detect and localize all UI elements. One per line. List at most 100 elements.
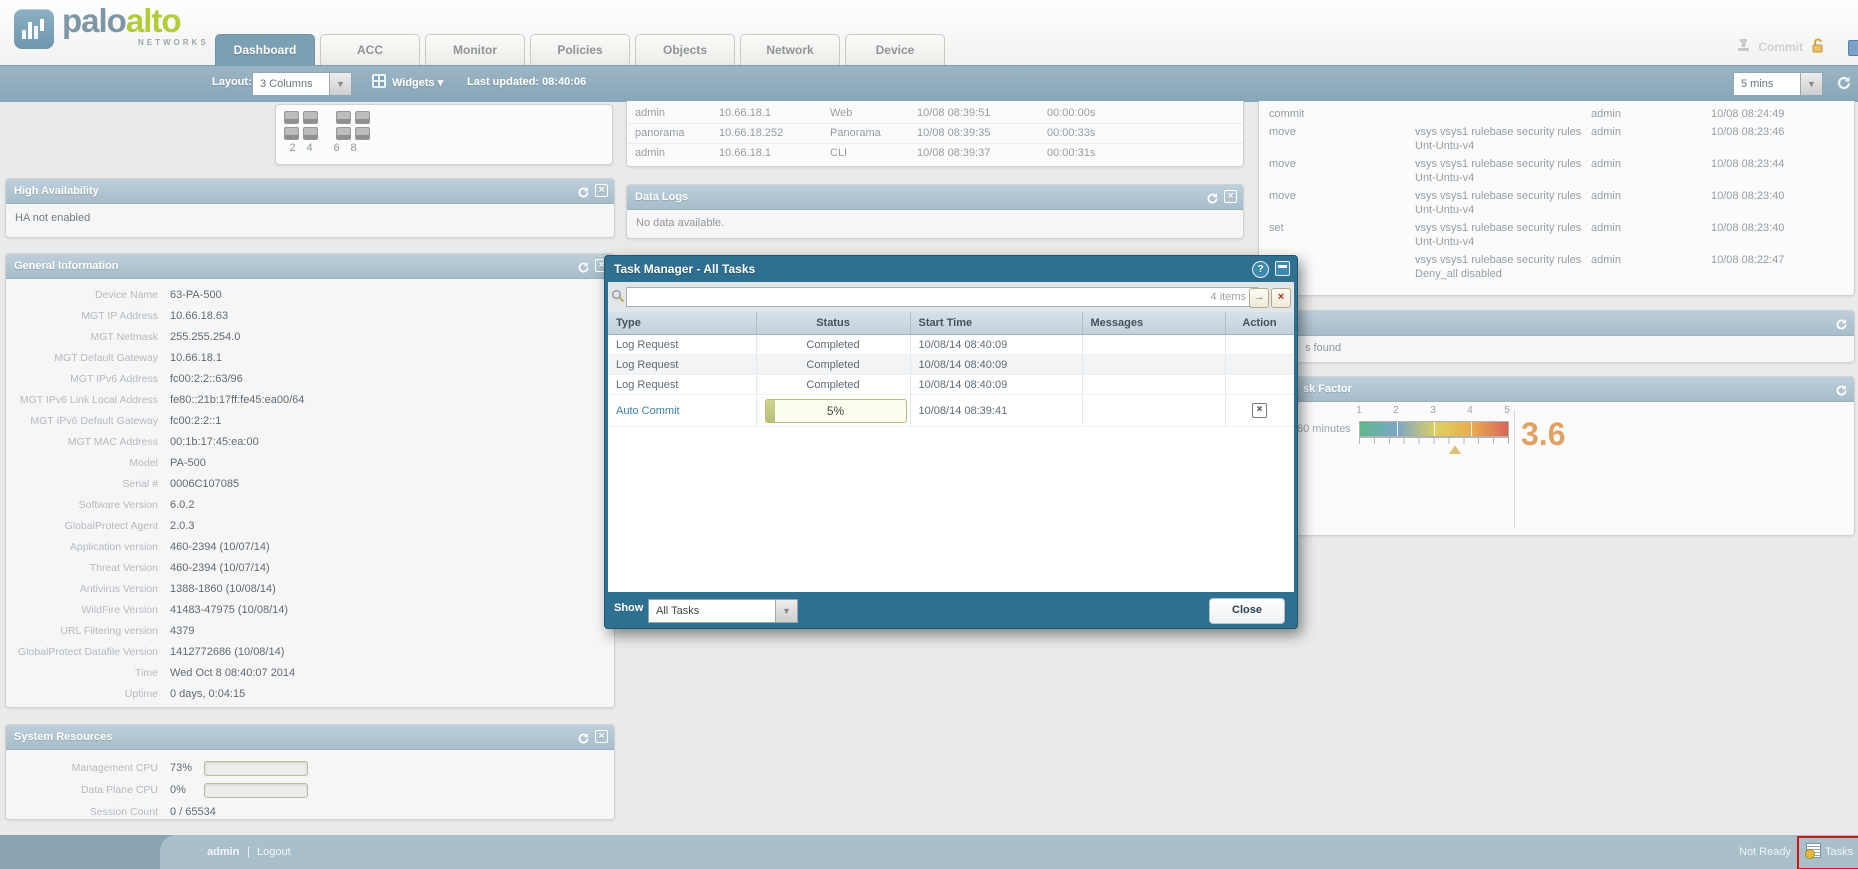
refresh-icon[interactable] [577, 259, 590, 272]
layout-select[interactable]: 3 Columns ▼ [252, 72, 352, 96]
info-label: Time [6, 663, 158, 684]
col-header-type[interactable]: Type [608, 312, 756, 335]
tab-device[interactable]: Device [845, 34, 945, 65]
admin-name: admin [627, 104, 719, 123]
help-icon[interactable]: ? [1252, 261, 1269, 278]
tasks-button[interactable]: Tasks [1806, 835, 1853, 869]
risk-factor-widget: sk Factor 60 minutes 1 2 3 4 5 3.6 [1258, 376, 1855, 536]
tab-dashboard[interactable]: Dashboard [215, 34, 315, 65]
widgets-menu-button[interactable]: Widgets ▾ [392, 76, 443, 89]
admin-name: panorama [627, 124, 719, 143]
info-value: 6.0.2 [158, 495, 194, 516]
info-value: 0 days, 0:04:15 [158, 684, 245, 705]
interface-port-numbers: 2 4 6 8 [284, 142, 370, 154]
refresh-icon[interactable] [577, 730, 590, 743]
commit-button[interactable]: Commit [1758, 40, 1803, 54]
refresh-icon[interactable] [577, 184, 590, 197]
task-type-link[interactable]: Auto Commit [616, 405, 680, 417]
close-icon[interactable]: × [595, 184, 608, 197]
widget-title: General Information [14, 260, 119, 272]
log-description: vsys vsys1 rulebase security rules Unt-U… [1415, 125, 1591, 153]
info-value: 2.0.3 [158, 516, 194, 537]
logged-in-user: admin [207, 835, 239, 869]
page-refresh-icon[interactable] [1836, 75, 1852, 94]
config-log-row: move vsys vsys1 rulebase security rules … [1259, 187, 1854, 219]
log-admin: admin [1591, 253, 1711, 281]
task-manager-titlebar[interactable]: Task Manager - All Tasks ? [605, 256, 1297, 282]
commit-icon[interactable] [1736, 38, 1751, 56]
show-filter-value: All Tasks [649, 600, 775, 622]
high-availability-header: High Availability × [6, 179, 614, 204]
info-label: Device Name [6, 285, 158, 306]
commit-status-text: Not Ready [1739, 835, 1791, 869]
risk-factor-header: sk Factor [1259, 377, 1854, 402]
refresh-icon[interactable] [1835, 382, 1848, 395]
show-filter-select[interactable]: All Tasks ▼ [648, 599, 798, 623]
main-nav-tabs: Dashboard ACC Monitor Policies Objects N… [215, 34, 950, 65]
layout-select-arrow-icon[interactable]: ▼ [329, 73, 351, 95]
admin-idle-time: 00:00:33s [1047, 124, 1243, 143]
clear-filter-icon[interactable]: × [1271, 288, 1291, 308]
col-header-action[interactable]: Action [1225, 312, 1294, 335]
task-manager-title: Task Manager - All Tasks [614, 262, 755, 276]
save-icon[interactable] [1848, 40, 1858, 56]
tab-monitor[interactable]: Monitor [425, 34, 525, 65]
close-icon[interactable]: × [1224, 190, 1237, 203]
tab-acc[interactable]: ACC [320, 34, 420, 65]
resource-label: Session Count [6, 801, 158, 823]
separator: | [247, 835, 250, 869]
unlock-icon[interactable] [1810, 38, 1826, 56]
col-header-start-time[interactable]: Start Time [910, 312, 1082, 335]
info-value: fc00:2:2::63/96 [158, 369, 243, 390]
info-label: GlobalProtect Agent [6, 516, 158, 537]
refresh-icon[interactable] [1835, 316, 1848, 329]
interface-port-row-bottom [284, 127, 370, 140]
info-value: 460-2394 (10/07/14) [158, 537, 270, 558]
apply-filter-icon[interactable]: → [1249, 288, 1269, 308]
info-value: 1412772686 (10/08/14) [158, 642, 284, 663]
task-table-header-row: Type Status Start Time Messages Action [608, 312, 1294, 335]
col-header-status[interactable]: Status [756, 312, 910, 335]
tab-network[interactable]: Network [740, 34, 840, 65]
refresh-interval-select[interactable]: 5 mins ▼ [1733, 72, 1823, 96]
status-bar: admin | Logout Not Ready Tasks [0, 835, 1858, 869]
risk-scale-tick: 3 [1430, 405, 1436, 416]
widget-title: High Availability [14, 185, 99, 197]
interfaces-widget: 2 4 6 8 [275, 104, 613, 165]
tab-policies[interactable]: Policies [530, 34, 630, 65]
refresh-interval-arrow-icon[interactable]: ▼ [1800, 73, 1822, 95]
admin-idle-time: 00:00:31s [1047, 144, 1243, 163]
paloalto-logo-icon [14, 9, 54, 49]
task-type: Log Request [608, 335, 756, 355]
info-value: 10.66.18.63 [158, 306, 228, 327]
info-value: Wed Oct 8 08:40:07 2014 [158, 663, 295, 684]
minimize-icon[interactable] [1275, 261, 1290, 276]
data-plane-cpu-meter [204, 783, 308, 798]
task-search-input[interactable] [626, 287, 1258, 307]
admin-session-start: 10/08 08:39:35 [917, 124, 1047, 143]
widget-title-fragment: sk Factor [1303, 377, 1352, 401]
log-time: 10/08 08:23:46 [1711, 125, 1854, 153]
risk-factor-body: 60 minutes 1 2 3 4 5 3.6 [1259, 402, 1854, 535]
data-logs-header: Data Logs × [627, 185, 1243, 210]
refresh-interval-value: 5 mins [1734, 73, 1800, 95]
panos-dashboard: paloalto NETWORKS Dashboard ACC Monitor … [0, 0, 1858, 869]
refresh-icon[interactable] [1206, 190, 1219, 203]
cancel-task-icon[interactable]: × [1252, 403, 1267, 418]
admin-session-row: panorama 10.66.18.252 Panorama 10/08 08:… [627, 124, 1243, 144]
tab-objects[interactable]: Objects [635, 34, 735, 65]
task-row: Log Request Completed 10/08/14 08:40:09 [608, 375, 1294, 395]
info-label: Application version [6, 537, 158, 558]
admin-client-type: CLI [830, 144, 917, 163]
info-value: 41483-47975 (10/08/14) [158, 600, 288, 621]
interface-port-icon [284, 127, 299, 140]
system-resources-header: System Resources × [6, 725, 614, 750]
col-header-messages[interactable]: Messages [1082, 312, 1225, 335]
show-filter-arrow-icon[interactable]: ▼ [775, 600, 797, 622]
close-button[interactable]: Close [1209, 598, 1285, 624]
admin-session-row: admin 10.66.18.1 CLI 10/08 08:39:37 00:0… [627, 144, 1243, 163]
logout-link[interactable]: Logout [257, 835, 291, 869]
resource-label: Management CPU [6, 757, 158, 779]
risk-marker-icon [1449, 445, 1461, 454]
close-icon[interactable]: × [595, 730, 608, 743]
